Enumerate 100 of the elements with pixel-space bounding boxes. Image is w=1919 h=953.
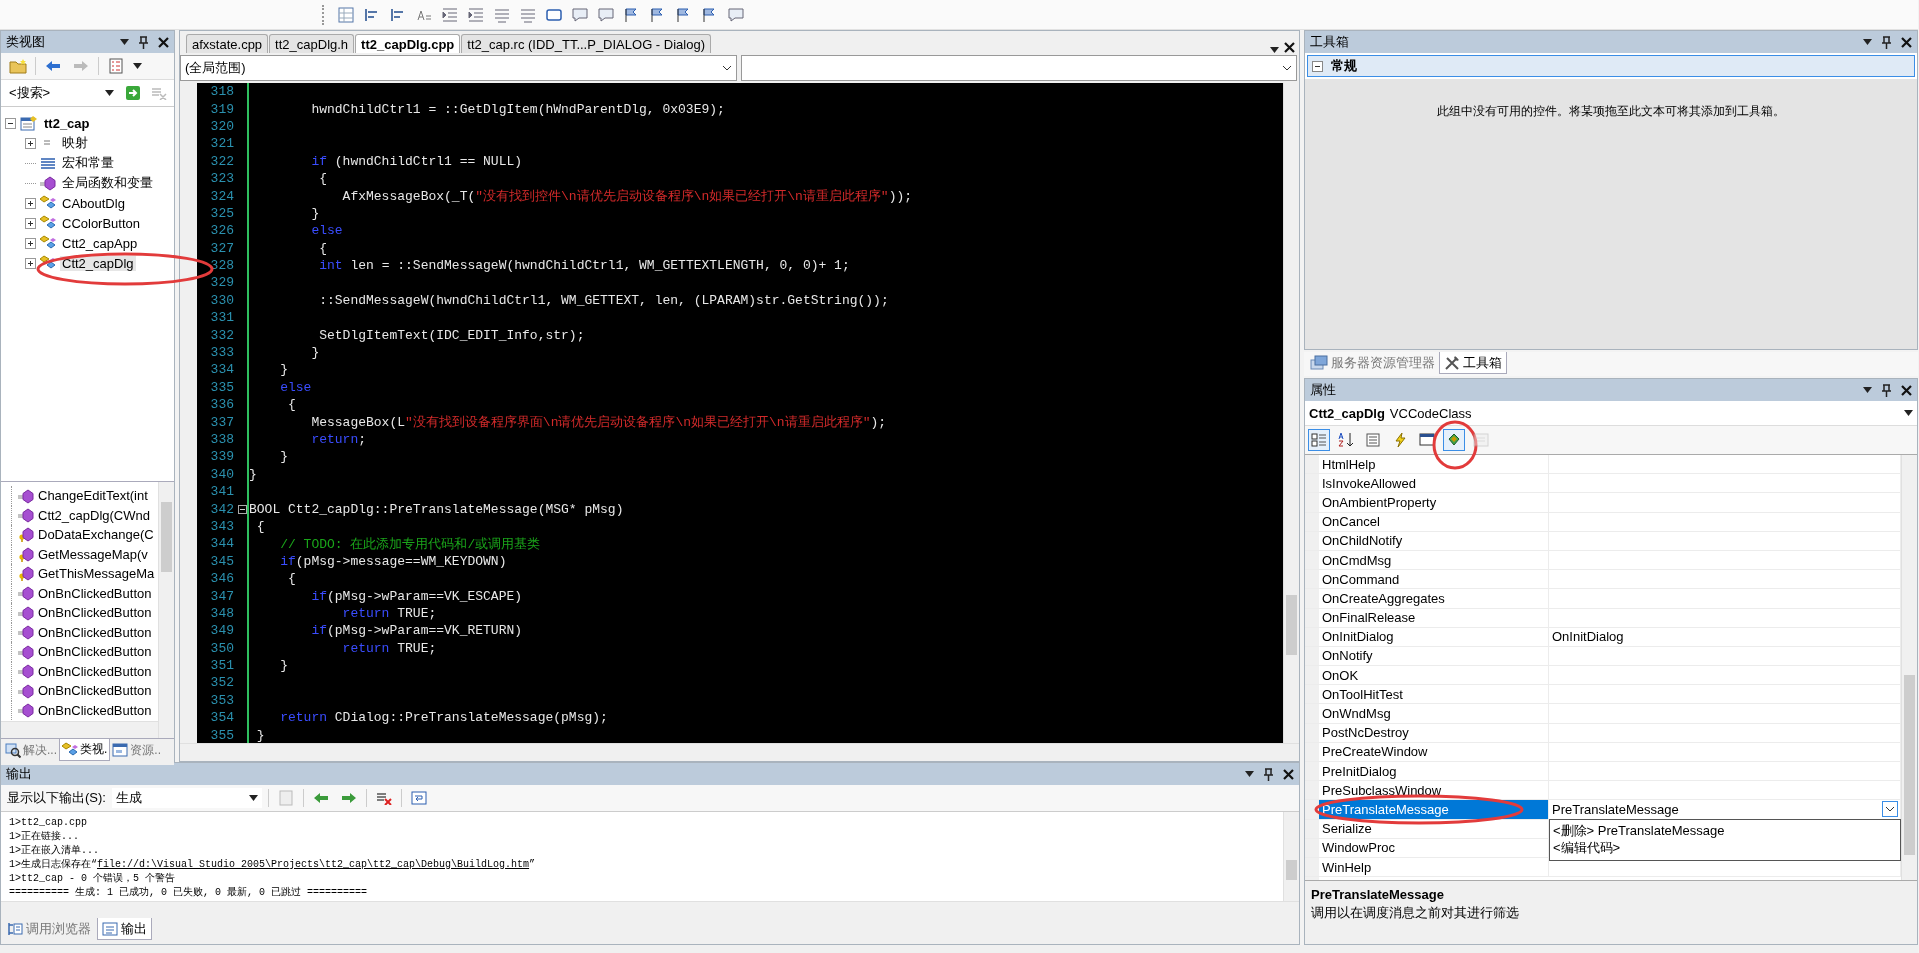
property-name[interactable]: PostNcDestroy: [1319, 723, 1549, 742]
panel-tab[interactable]: 调用浏览器: [3, 918, 95, 940]
member-item[interactable]: ChangeEditText(int: [38, 488, 148, 504]
property-name[interactable]: WinHelp: [1319, 857, 1549, 877]
property-name[interactable]: OnWndMsg: [1319, 704, 1549, 723]
expand-toggle[interactable]: [25, 237, 36, 249]
member-item[interactable]: OnBnClickedButton: [38, 683, 152, 699]
categorized-button[interactable]: [1308, 429, 1330, 451]
overrides-button[interactable]: [1443, 429, 1465, 451]
dropdown-button[interactable]: [120, 39, 129, 45]
menu-item[interactable]: <删除> PreTranslateMessage: [1550, 822, 1900, 840]
scrollbar[interactable]: [1, 721, 158, 738]
pin-button[interactable]: [1882, 35, 1891, 49]
pin-button[interactable]: [139, 35, 148, 49]
panel-tab[interactable]: 服务器资源管理器: [1306, 352, 1439, 374]
panel-tab[interactable]: 资源..: [110, 739, 164, 761]
member-item[interactable]: OnBnClickedButton: [38, 663, 152, 679]
collapse-toggle[interactable]: [5, 117, 16, 129]
close-button[interactable]: [1283, 768, 1294, 780]
property-name[interactable]: OnNotify: [1319, 646, 1549, 666]
property-value[interactable]: OnInitDialog: [1552, 629, 1624, 645]
property-name[interactable]: OnInitDialog: [1319, 627, 1549, 646]
tree-item[interactable]: 宏和常量: [60, 154, 116, 172]
tree-item[interactable]: tt2_cap: [42, 115, 92, 131]
dropdown-button[interactable]: [1863, 39, 1872, 45]
tree-item[interactable]: 映射: [60, 134, 90, 152]
close-button[interactable]: [1901, 36, 1912, 48]
property-name[interactable]: WindowProc: [1319, 838, 1549, 857]
member-item[interactable]: Ctt2_capDlg(CWnd: [38, 507, 150, 523]
property-name[interactable]: OnCommand: [1319, 570, 1549, 589]
panel-tab[interactable]: 类视.: [59, 739, 111, 761]
tree-item[interactable]: CAboutDlg: [60, 195, 127, 211]
scrollbar[interactable]: [1901, 455, 1917, 880]
line-number: 332: [209, 327, 235, 343]
property-name[interactable]: OnCancel: [1319, 512, 1549, 531]
panel-title: 属性: [1310, 381, 1337, 399]
panel-tab[interactable]: 工具箱: [1439, 352, 1507, 374]
property-name[interactable]: OnChildNotify: [1319, 531, 1549, 550]
tree-item[interactable]: CColorButton: [60, 215, 143, 231]
output-source-dropdown[interactable]: 生成: [111, 788, 262, 808]
expand-toggle[interactable]: [25, 197, 36, 209]
scrollbar[interactable]: [158, 482, 174, 738]
panel-tab[interactable]: 输出: [97, 918, 152, 940]
property-value[interactable]: PreTranslateMessage: [1552, 801, 1679, 817]
tree-item[interactable]: Ctt2_capApp: [60, 235, 140, 251]
member-item[interactable]: OnBnClickedButton: [38, 702, 152, 718]
collapse-toggle[interactable]: [1312, 60, 1323, 72]
dropdown-button[interactable]: [1882, 801, 1898, 818]
file-tab[interactable]: tt2_capDlg.cpp: [355, 34, 461, 53]
close-button[interactable]: [1901, 384, 1912, 396]
scrollbar[interactable]: [1283, 812, 1299, 901]
panel-tab[interactable]: 解决...: [3, 739, 59, 761]
property-name[interactable]: OnCmdMsg: [1319, 550, 1549, 570]
chevron-down-icon: [721, 65, 732, 71]
lightning-icon: [1392, 432, 1408, 448]
property-name[interactable]: Serialize: [1319, 819, 1549, 838]
close-button[interactable]: [1284, 42, 1295, 53]
member-item[interactable]: OnBnClickedButton: [38, 605, 152, 621]
dropdown-button[interactable]: [1863, 387, 1872, 393]
expand-toggle[interactable]: [25, 137, 36, 149]
property-name[interactable]: PreSubclassWindow: [1319, 781, 1549, 800]
collapse-toggle[interactable]: [237, 504, 247, 514]
window-icon: [112, 742, 129, 758]
dropdown-button[interactable]: [1270, 47, 1279, 53]
list-icon: [494, 6, 510, 23]
property-name[interactable]: OnOK: [1319, 666, 1549, 685]
member-item[interactable]: GetThisMessageMa: [38, 566, 155, 582]
property-name[interactable]: OnFinalRelease: [1319, 608, 1549, 627]
scrollbar[interactable]: [1, 901, 1299, 918]
menu-item[interactable]: <编辑代码>: [1550, 839, 1900, 857]
code-line: return TRUE;: [341, 605, 437, 621]
property-name[interactable]: OnToolHitTest: [1319, 685, 1549, 704]
dropdown-button[interactable]: [1245, 771, 1254, 777]
member-item[interactable]: OnBnClickedButton: [38, 644, 152, 660]
property-name[interactable]: PreInitDialog: [1319, 762, 1549, 781]
member-item[interactable]: DoDataExchange(C: [38, 527, 154, 543]
member-item[interactable]: OnBnClickedButton: [38, 585, 152, 601]
file-link[interactable]: file://d:\Visual Studio 2005\Projects\tt2_cap\tt2_cap\Debug\BuildLog.htm: [97, 859, 530, 870]
file-tab[interactable]: tt2_capDlg.h: [269, 34, 355, 53]
line-number: 319: [209, 101, 235, 117]
property-name[interactable]: OnCreateAggregates: [1319, 589, 1549, 608]
member-item[interactable]: GetMessageMap(v: [38, 546, 148, 562]
property-name[interactable]: PreCreateWindow: [1319, 742, 1549, 761]
property-name[interactable]: PreTranslateMessage: [1319, 800, 1549, 819]
property-name[interactable]: HtmlHelp: [1319, 455, 1549, 474]
scrollbar[interactable]: [1283, 83, 1299, 743]
pin-button[interactable]: [1882, 383, 1891, 397]
expand-toggle[interactable]: [25, 217, 36, 229]
group-header[interactable]: 常规: [1331, 57, 1357, 75]
scope-dropdown[interactable]: (全局范围): [180, 55, 737, 81]
code-line: if (hwndChildCtrl1 == NULL): [310, 153, 523, 169]
member-item[interactable]: OnBnClickedButton: [38, 624, 152, 640]
property-name[interactable]: OnAmbientProperty: [1319, 493, 1549, 512]
file-tab[interactable]: afxstate.cpp: [186, 34, 269, 53]
close-button[interactable]: [158, 36, 169, 48]
property-name[interactable]: IsInvokeAllowed: [1319, 474, 1549, 493]
tree-item[interactable]: 全局函数和变量: [60, 174, 155, 192]
expand-toggle[interactable]: [25, 257, 36, 269]
pin-button[interactable]: [1264, 767, 1273, 781]
file-tab[interactable]: tt2_cap.rc (IDD_TT...P_DIALOG - Dialog): [461, 34, 711, 53]
